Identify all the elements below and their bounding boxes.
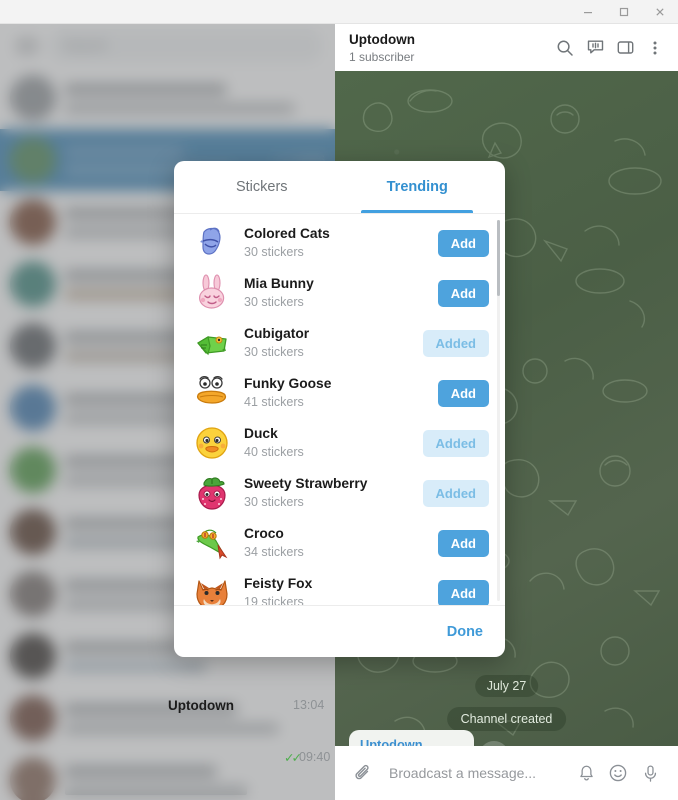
sticker-set-name: Funky Goose (244, 376, 332, 391)
sticker-set-row[interactable]: Funky Goose 41 stickers Add (174, 368, 505, 418)
sticker-set-count: 30 stickers (244, 345, 304, 359)
croco-sticker-icon (192, 523, 232, 563)
sticker-set-row[interactable]: Colored Cats 30 stickers Add (174, 218, 505, 268)
tab-stickers[interactable]: Stickers (184, 161, 340, 213)
sticker-set-name: Feisty Fox (244, 576, 313, 591)
sticker-set-info: Cubigator 30 stickers (244, 325, 423, 361)
sticker-set-info: Duck 40 stickers (244, 425, 423, 461)
sticker-set-count: 30 stickers (244, 245, 304, 259)
dialog-footer: Done (174, 605, 505, 657)
sticker-set-name: Croco (244, 526, 284, 541)
sticker-set-count: 34 stickers (244, 545, 304, 559)
sticker-set-count: 30 stickers (244, 295, 304, 309)
add-sticker-set-button[interactable]: Add (437, 529, 489, 557)
sticker-set-count: 40 stickers (244, 445, 304, 459)
sticker-set-info: Colored Cats 30 stickers (244, 225, 438, 261)
sticker-set-name: Cubigator (244, 326, 310, 341)
sticker-set-row[interactable]: Feisty Fox 19 stickers Add (174, 568, 505, 605)
sticker-set-list[interactable]: Colored Cats 30 stickers Add Mia Bunny 3… (174, 214, 505, 605)
scrollbar-track[interactable] (497, 220, 500, 601)
sticker-set-name: Sweety Strawberry (244, 476, 368, 491)
duck-sticker-icon (192, 423, 232, 463)
added-sticker-set-button[interactable]: Added (422, 479, 489, 507)
strawberry-sticker-icon (192, 473, 232, 513)
add-sticker-set-button[interactable]: Add (437, 579, 489, 605)
bunny-sticker-icon (192, 273, 232, 313)
sticker-set-info: Mia Bunny 30 stickers (244, 275, 438, 311)
scrollbar-thumb[interactable] (497, 220, 500, 296)
add-sticker-set-button[interactable]: Add (437, 279, 489, 307)
sticker-set-info: Sweety Strawberry 30 stickers (244, 475, 423, 511)
fox-sticker-icon (192, 573, 232, 605)
tab-stickers-label: Stickers (235, 179, 288, 195)
sticker-set-row[interactable]: Duck 40 stickers Added (174, 418, 505, 468)
goose-sticker-icon (192, 373, 232, 413)
add-sticker-set-button[interactable]: Add (437, 229, 489, 257)
sticker-sets-dialog: Stickers Trending Colored Cats 30 sticke… (174, 161, 505, 657)
sticker-set-info: Croco 34 stickers (244, 525, 438, 561)
sticker-set-info: Funky Goose 41 stickers (244, 375, 438, 411)
sticker-set-info: Feisty Fox 19 stickers (244, 575, 438, 605)
add-sticker-set-button[interactable]: Add (437, 379, 489, 407)
sticker-set-count: 30 stickers (244, 495, 304, 509)
sticker-set-name: Duck (244, 426, 278, 441)
alligator-sticker-icon (192, 323, 232, 363)
sticker-set-name: Mia Bunny (244, 276, 314, 291)
sticker-set-count: 19 stickers (244, 595, 304, 605)
sticker-set-name: Colored Cats (244, 226, 330, 241)
sticker-set-row[interactable]: Croco 34 stickers Add (174, 518, 505, 568)
sticker-set-count: 41 stickers (244, 395, 304, 409)
sticker-set-row[interactable]: Sweety Strawberry 30 stickers Added (174, 468, 505, 518)
done-button[interactable]: Done (447, 624, 483, 640)
telegram-desktop-window: Search ✓✓ 16:36 (0, 0, 678, 800)
tab-trending-label: Trending (386, 179, 448, 195)
added-sticker-set-button[interactable]: Added (422, 329, 489, 357)
cat-sticker-icon (192, 223, 232, 263)
dialog-tabs: Stickers Trending (174, 161, 505, 214)
added-sticker-set-button[interactable]: Added (422, 429, 489, 457)
sticker-set-row[interactable]: Mia Bunny 30 stickers Add (174, 268, 505, 318)
tab-trending[interactable]: Trending (340, 161, 496, 213)
sticker-set-row[interactable]: Cubigator 30 stickers Added (174, 318, 505, 368)
